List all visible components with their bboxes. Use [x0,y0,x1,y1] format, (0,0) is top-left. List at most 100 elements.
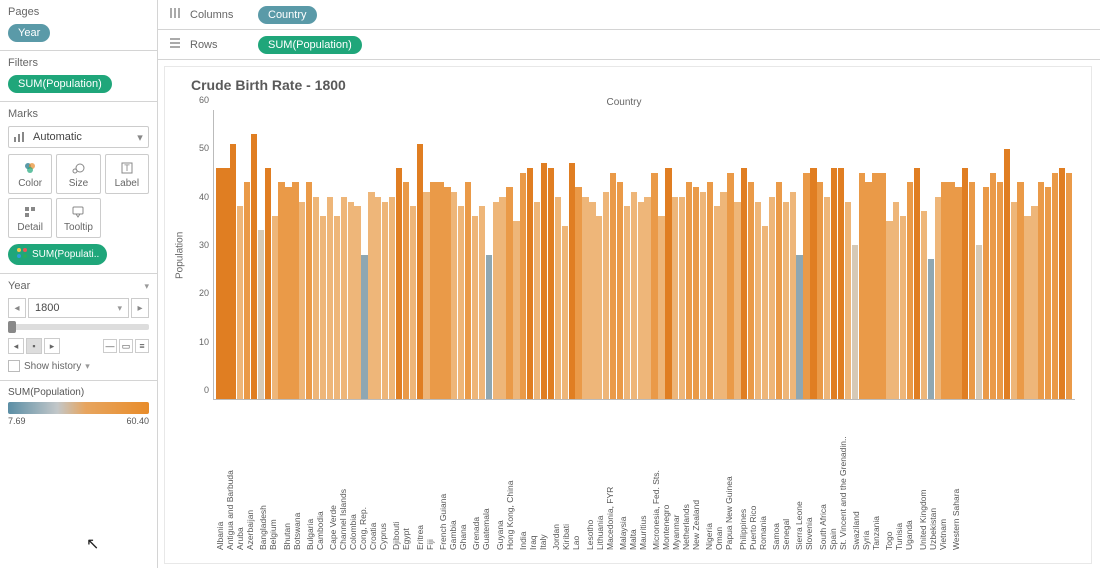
bar[interactable] [776,182,782,399]
bar[interactable] [672,197,678,399]
bar[interactable] [762,226,768,399]
bar[interactable] [824,197,830,399]
bar[interactable] [403,182,409,399]
bar[interactable] [900,216,906,399]
bar[interactable] [1059,168,1065,399]
bar[interactable] [575,187,581,399]
bar[interactable] [361,255,367,400]
bar[interactable] [1045,187,1051,399]
bar[interactable] [348,202,354,399]
bar[interactable] [1031,206,1037,399]
bar[interactable] [631,192,637,399]
year-next-button[interactable]: ▸ [131,298,149,318]
bar[interactable] [589,202,595,399]
bar[interactable] [548,168,554,399]
bar[interactable] [865,182,871,399]
anim-speed-2[interactable]: ▭ [119,339,133,353]
bar[interactable] [513,221,519,399]
bar[interactable] [244,182,250,399]
bar[interactable] [1017,182,1023,399]
bar[interactable] [237,206,243,399]
bar[interactable] [265,168,271,399]
bar[interactable] [223,168,229,399]
bar[interactable] [341,197,347,399]
bar[interactable] [948,182,954,399]
tooltip-button[interactable]: Tooltip [56,198,100,238]
size-button[interactable]: Size [56,154,100,194]
bar[interactable] [714,206,720,399]
bar[interactable] [272,216,278,399]
pages-year-pill[interactable]: Year [8,24,50,42]
bar[interactable] [886,221,892,399]
color-button[interactable]: Color [8,154,52,194]
anim-forward-button[interactable]: ▸ [44,338,60,354]
bar[interactable] [569,163,575,399]
bar[interactable] [430,182,436,399]
bar[interactable] [285,187,291,399]
bar[interactable] [541,163,547,399]
bar[interactable] [700,192,706,399]
bar[interactable] [644,197,650,399]
bar[interactable] [803,173,809,399]
bar[interactable] [1011,202,1017,399]
bar[interactable] [921,211,927,399]
bar[interactable] [796,255,802,400]
bar[interactable] [562,226,568,399]
rows-pill[interactable]: SUM(Population) [258,36,362,54]
bar[interactable] [465,182,471,399]
bar[interactable] [859,173,865,399]
bar[interactable] [893,202,899,399]
bar[interactable] [278,182,284,399]
filters-pill[interactable]: SUM(Population) [8,75,112,93]
anim-play-button[interactable]: ▪ [26,338,42,354]
bar[interactable] [755,202,761,399]
bar[interactable] [603,192,609,399]
bar[interactable] [727,173,733,399]
bar[interactable] [941,182,947,399]
bar[interactable] [790,192,796,399]
bar[interactable] [638,202,644,399]
bar[interactable] [686,182,692,399]
bar[interactable] [838,168,844,399]
bar[interactable] [389,197,395,399]
bar[interactable] [748,182,754,399]
bar[interactable] [679,197,685,399]
bar[interactable] [651,173,657,399]
slider-handle[interactable] [8,321,16,333]
bar[interactable] [990,173,996,399]
bar[interactable] [458,206,464,399]
bar[interactable] [596,216,602,399]
bar[interactable] [486,255,492,400]
bar[interactable] [410,206,416,399]
bar[interactable] [624,206,630,399]
bar[interactable] [769,197,775,399]
bar[interactable] [1038,182,1044,399]
bar[interactable] [334,216,340,399]
bar[interactable] [617,182,623,399]
bar[interactable] [955,187,961,399]
marks-color-pill[interactable]: SUM(Populati.. [8,244,107,265]
bar[interactable] [292,182,298,399]
show-history-checkbox[interactable] [8,360,20,372]
bar[interactable] [1066,173,1072,399]
bar[interactable] [831,168,837,399]
bar[interactable] [879,173,885,399]
bar[interactable] [665,168,671,399]
year-select[interactable]: 1800▾ [28,298,129,318]
bar[interactable] [527,168,533,399]
bar[interactable] [935,197,941,399]
bar[interactable] [437,182,443,399]
year-slider[interactable] [8,324,149,330]
bar[interactable] [375,197,381,399]
bar[interactable] [741,168,747,399]
bar[interactable] [845,202,851,399]
bar[interactable] [396,168,402,399]
mark-type-select[interactable]: Automatic ▾ [8,126,149,148]
bar[interactable] [720,192,726,399]
legend-color-bar[interactable] [8,402,149,414]
bar[interactable] [969,182,975,399]
bar[interactable] [423,192,429,399]
bar[interactable] [499,197,505,399]
bar[interactable] [368,192,374,399]
dropdown-icon[interactable]: ▾ [132,131,148,144]
